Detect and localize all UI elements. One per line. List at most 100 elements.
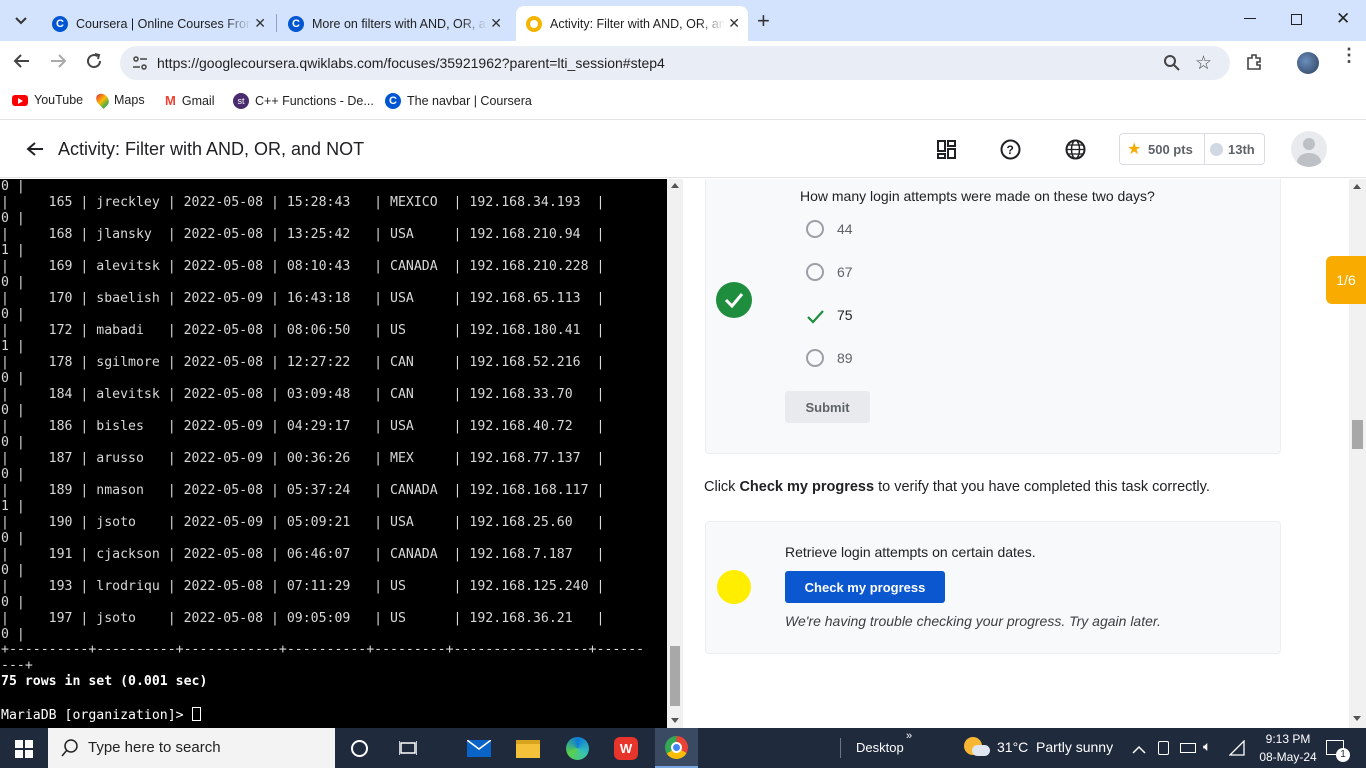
table-row-success: 0 | xyxy=(1,467,25,482)
scroll-down-icon[interactable] xyxy=(1353,716,1361,721)
submit-button[interactable]: Submit xyxy=(785,391,870,423)
minimize-button[interactable] xyxy=(1244,18,1256,19)
back-arrow-icon[interactable] xyxy=(26,141,44,162)
prompt-text: MariaDB [organization]> xyxy=(1,708,192,723)
tab-search-button[interactable] xyxy=(8,8,34,34)
bookmark-gmail[interactable]: M Gmail xyxy=(165,93,215,108)
table-row: | 187 | arusso | 2022-05-09 | 00:36:26 |… xyxy=(1,451,605,466)
clock-time[interactable]: 9:13 PM xyxy=(1258,732,1318,746)
clock-date[interactable]: 08-May-24 xyxy=(1251,750,1325,764)
scroll-thumb[interactable] xyxy=(670,646,680,706)
search-icon xyxy=(61,739,78,757)
bookmark-navbar-coursera[interactable]: C The navbar | Coursera xyxy=(385,93,532,109)
user-avatar[interactable] xyxy=(1291,131,1327,167)
table-row-success: 0 | xyxy=(1,531,25,546)
tab-activity-active[interactable]: Activity: Filter with AND, OR, and NOT ✕ xyxy=(516,6,748,41)
browser-toolbar: https://googlecoursera.qwiklabs.com/focu… xyxy=(0,41,1366,85)
terminal-console[interactable]: 0 | | 165 | jreckley | 2022-05-08 | 15:2… xyxy=(0,179,667,728)
address-bar[interactable]: https://googlecoursera.qwiklabs.com/focu… xyxy=(120,46,1230,80)
volume-icon[interactable]: 🔈︎ xyxy=(1203,738,1211,755)
weather-text[interactable]: 31°C Partly sunny xyxy=(997,739,1113,755)
terminal-scrollbar[interactable] xyxy=(667,179,683,728)
zoom-icon[interactable] xyxy=(1163,54,1181,77)
forward-icon[interactable] xyxy=(49,52,67,75)
help-icon[interactable]: ? xyxy=(1000,139,1021,165)
table-row: | 193 | lrodriqu | 2022-05-08 | 07:11:29… xyxy=(1,579,605,594)
points-rank-box[interactable]: ★ 500 pts 13th xyxy=(1119,133,1265,165)
bookmark-youtube[interactable]: YouTube xyxy=(12,93,83,107)
new-tab-button[interactable]: + xyxy=(757,8,770,34)
task-progress-tab[interactable]: 1/6 xyxy=(1326,256,1366,304)
site-info-icon[interactable] xyxy=(132,55,148,76)
instruction-suffix: to verify that you have completed this t… xyxy=(878,479,1210,495)
browser-menu-icon[interactable]: ⋮ xyxy=(1340,46,1358,64)
bookmark-maps[interactable]: Maps xyxy=(93,91,145,109)
tab-coursera-home[interactable]: C Coursera | Online Courses From Top Uni… xyxy=(42,6,274,41)
mariadb-prompt[interactable]: MariaDB [organization]> xyxy=(1,707,201,724)
rank-badge-icon xyxy=(1210,143,1223,156)
app-header: Activity: Filter with AND, OR, and NOT ?… xyxy=(0,121,1366,178)
restore-button[interactable] xyxy=(1291,14,1302,25)
close-tab-icon[interactable]: ✕ xyxy=(728,15,740,32)
edge-icon[interactable] xyxy=(566,737,589,760)
close-tab-icon[interactable]: ✕ xyxy=(254,15,266,32)
qwiklabs-icon xyxy=(526,15,542,32)
windows-start-icon[interactable] xyxy=(15,740,33,758)
scroll-up-icon[interactable] xyxy=(1353,184,1361,189)
taskbar-search[interactable]: Type here to search xyxy=(48,728,335,768)
table-row-success: 1 | xyxy=(1,339,25,354)
search-placeholder: Type here to search xyxy=(88,739,221,756)
option-label: 44 xyxy=(837,221,853,237)
tab-more-on-filters[interactable]: C More on filters with AND, OR, and NOT … xyxy=(278,6,510,41)
toolbar-expand-icon[interactable]: » xyxy=(906,730,912,742)
coursera-icon: C xyxy=(385,93,401,109)
scroll-up-icon[interactable] xyxy=(671,183,679,188)
table-row-success: 0 | xyxy=(1,403,25,418)
bookmarks-bar: YouTube Maps M Gmail st C++ Functions - … xyxy=(0,85,1366,120)
globe-icon[interactable] xyxy=(1065,139,1086,165)
tab-strip: C Coursera | Online Courses From Top Uni… xyxy=(0,0,1366,41)
tab-title: Coursera | Online Courses From Top Unive… xyxy=(76,16,251,31)
scroll-down-icon[interactable] xyxy=(671,718,679,723)
check-my-progress-button[interactable]: Check my progress xyxy=(785,571,945,603)
wps-office-icon[interactable]: W xyxy=(614,737,638,760)
bookmark-label: C++ Functions - De... xyxy=(255,94,374,108)
radio-button[interactable] xyxy=(806,220,824,238)
extensions-icon[interactable] xyxy=(1245,53,1263,76)
desktop-toolbar[interactable]: Desktop xyxy=(856,740,904,755)
wifi-icon[interactable] xyxy=(1228,739,1245,761)
bookmark-star-icon[interactable]: ☆ xyxy=(1195,52,1212,75)
table-row-success: 0 | xyxy=(1,595,25,610)
tray-chevron-icon[interactable] xyxy=(1132,742,1146,760)
radio-button[interactable] xyxy=(806,349,824,367)
bookmark-cpp-functions[interactable]: st C++ Functions - De... xyxy=(233,93,374,109)
table-row: | 186 | bisles | 2022-05-09 | 04:29:17 |… xyxy=(1,419,605,434)
bookmark-label: Maps xyxy=(114,93,145,107)
reload-icon[interactable] xyxy=(85,52,103,75)
tab-title: More on filters with AND, OR, and NOT xyxy=(312,16,487,31)
close-tab-icon[interactable]: ✕ xyxy=(490,15,502,32)
meet-now-icon[interactable] xyxy=(1158,741,1169,755)
radio-button[interactable] xyxy=(806,263,824,281)
chrome-taskbar-button[interactable] xyxy=(655,728,698,768)
quiz-question: How many login attempts were made on the… xyxy=(800,188,1155,204)
dashboard-icon[interactable] xyxy=(937,140,956,164)
profile-avatar[interactable] xyxy=(1297,52,1319,74)
terminal-line: 0 | xyxy=(1,179,25,194)
points-value: 500 pts xyxy=(1148,142,1193,157)
scroll-thumb[interactable] xyxy=(1352,420,1363,449)
mail-icon[interactable] xyxy=(466,739,492,757)
battery-icon[interactable] xyxy=(1180,743,1196,753)
coursera-icon: C xyxy=(52,15,68,32)
table-row-success: 0 | xyxy=(1,275,25,290)
file-explorer-icon[interactable] xyxy=(516,740,540,758)
close-window-button[interactable]: ✕ xyxy=(1336,9,1350,29)
back-icon[interactable] xyxy=(13,52,31,75)
bookmark-label: The navbar | Coursera xyxy=(407,94,532,108)
instruction-bold: Check my progress xyxy=(739,479,875,495)
table-row-success: 0 | xyxy=(1,211,25,226)
cortana-icon[interactable] xyxy=(351,740,368,757)
tab-divider xyxy=(276,14,277,32)
task-view-icon[interactable] xyxy=(398,739,418,762)
table-row: | 189 | nmason | 2022-05-08 | 05:37:24 |… xyxy=(1,483,605,498)
